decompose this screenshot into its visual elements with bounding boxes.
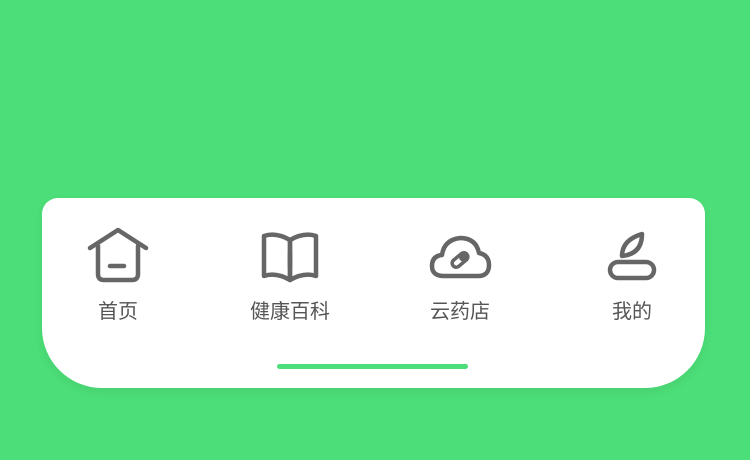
home-icon bbox=[86, 226, 150, 288]
bottom-tab-bar: 首页 健康百科 云药店 我的 bbox=[42, 198, 705, 388]
tab-home-label: 首页 bbox=[98, 299, 138, 323]
tab-me[interactable]: 我的 bbox=[562, 226, 702, 336]
tab-cloud-pharmacy[interactable]: 云药店 bbox=[390, 226, 530, 336]
tab-home[interactable]: 首页 bbox=[48, 226, 188, 336]
tab-cloud-pharmacy-label: 云药店 bbox=[430, 299, 490, 323]
tab-health-wiki-label: 健康百科 bbox=[250, 299, 330, 323]
home-indicator-bar bbox=[277, 364, 468, 369]
tab-health-wiki[interactable]: 健康百科 bbox=[220, 226, 360, 336]
cloud-pill-icon bbox=[428, 226, 492, 288]
user-leaf-icon bbox=[600, 226, 664, 288]
book-icon bbox=[258, 226, 322, 288]
tab-me-label: 我的 bbox=[612, 299, 652, 323]
